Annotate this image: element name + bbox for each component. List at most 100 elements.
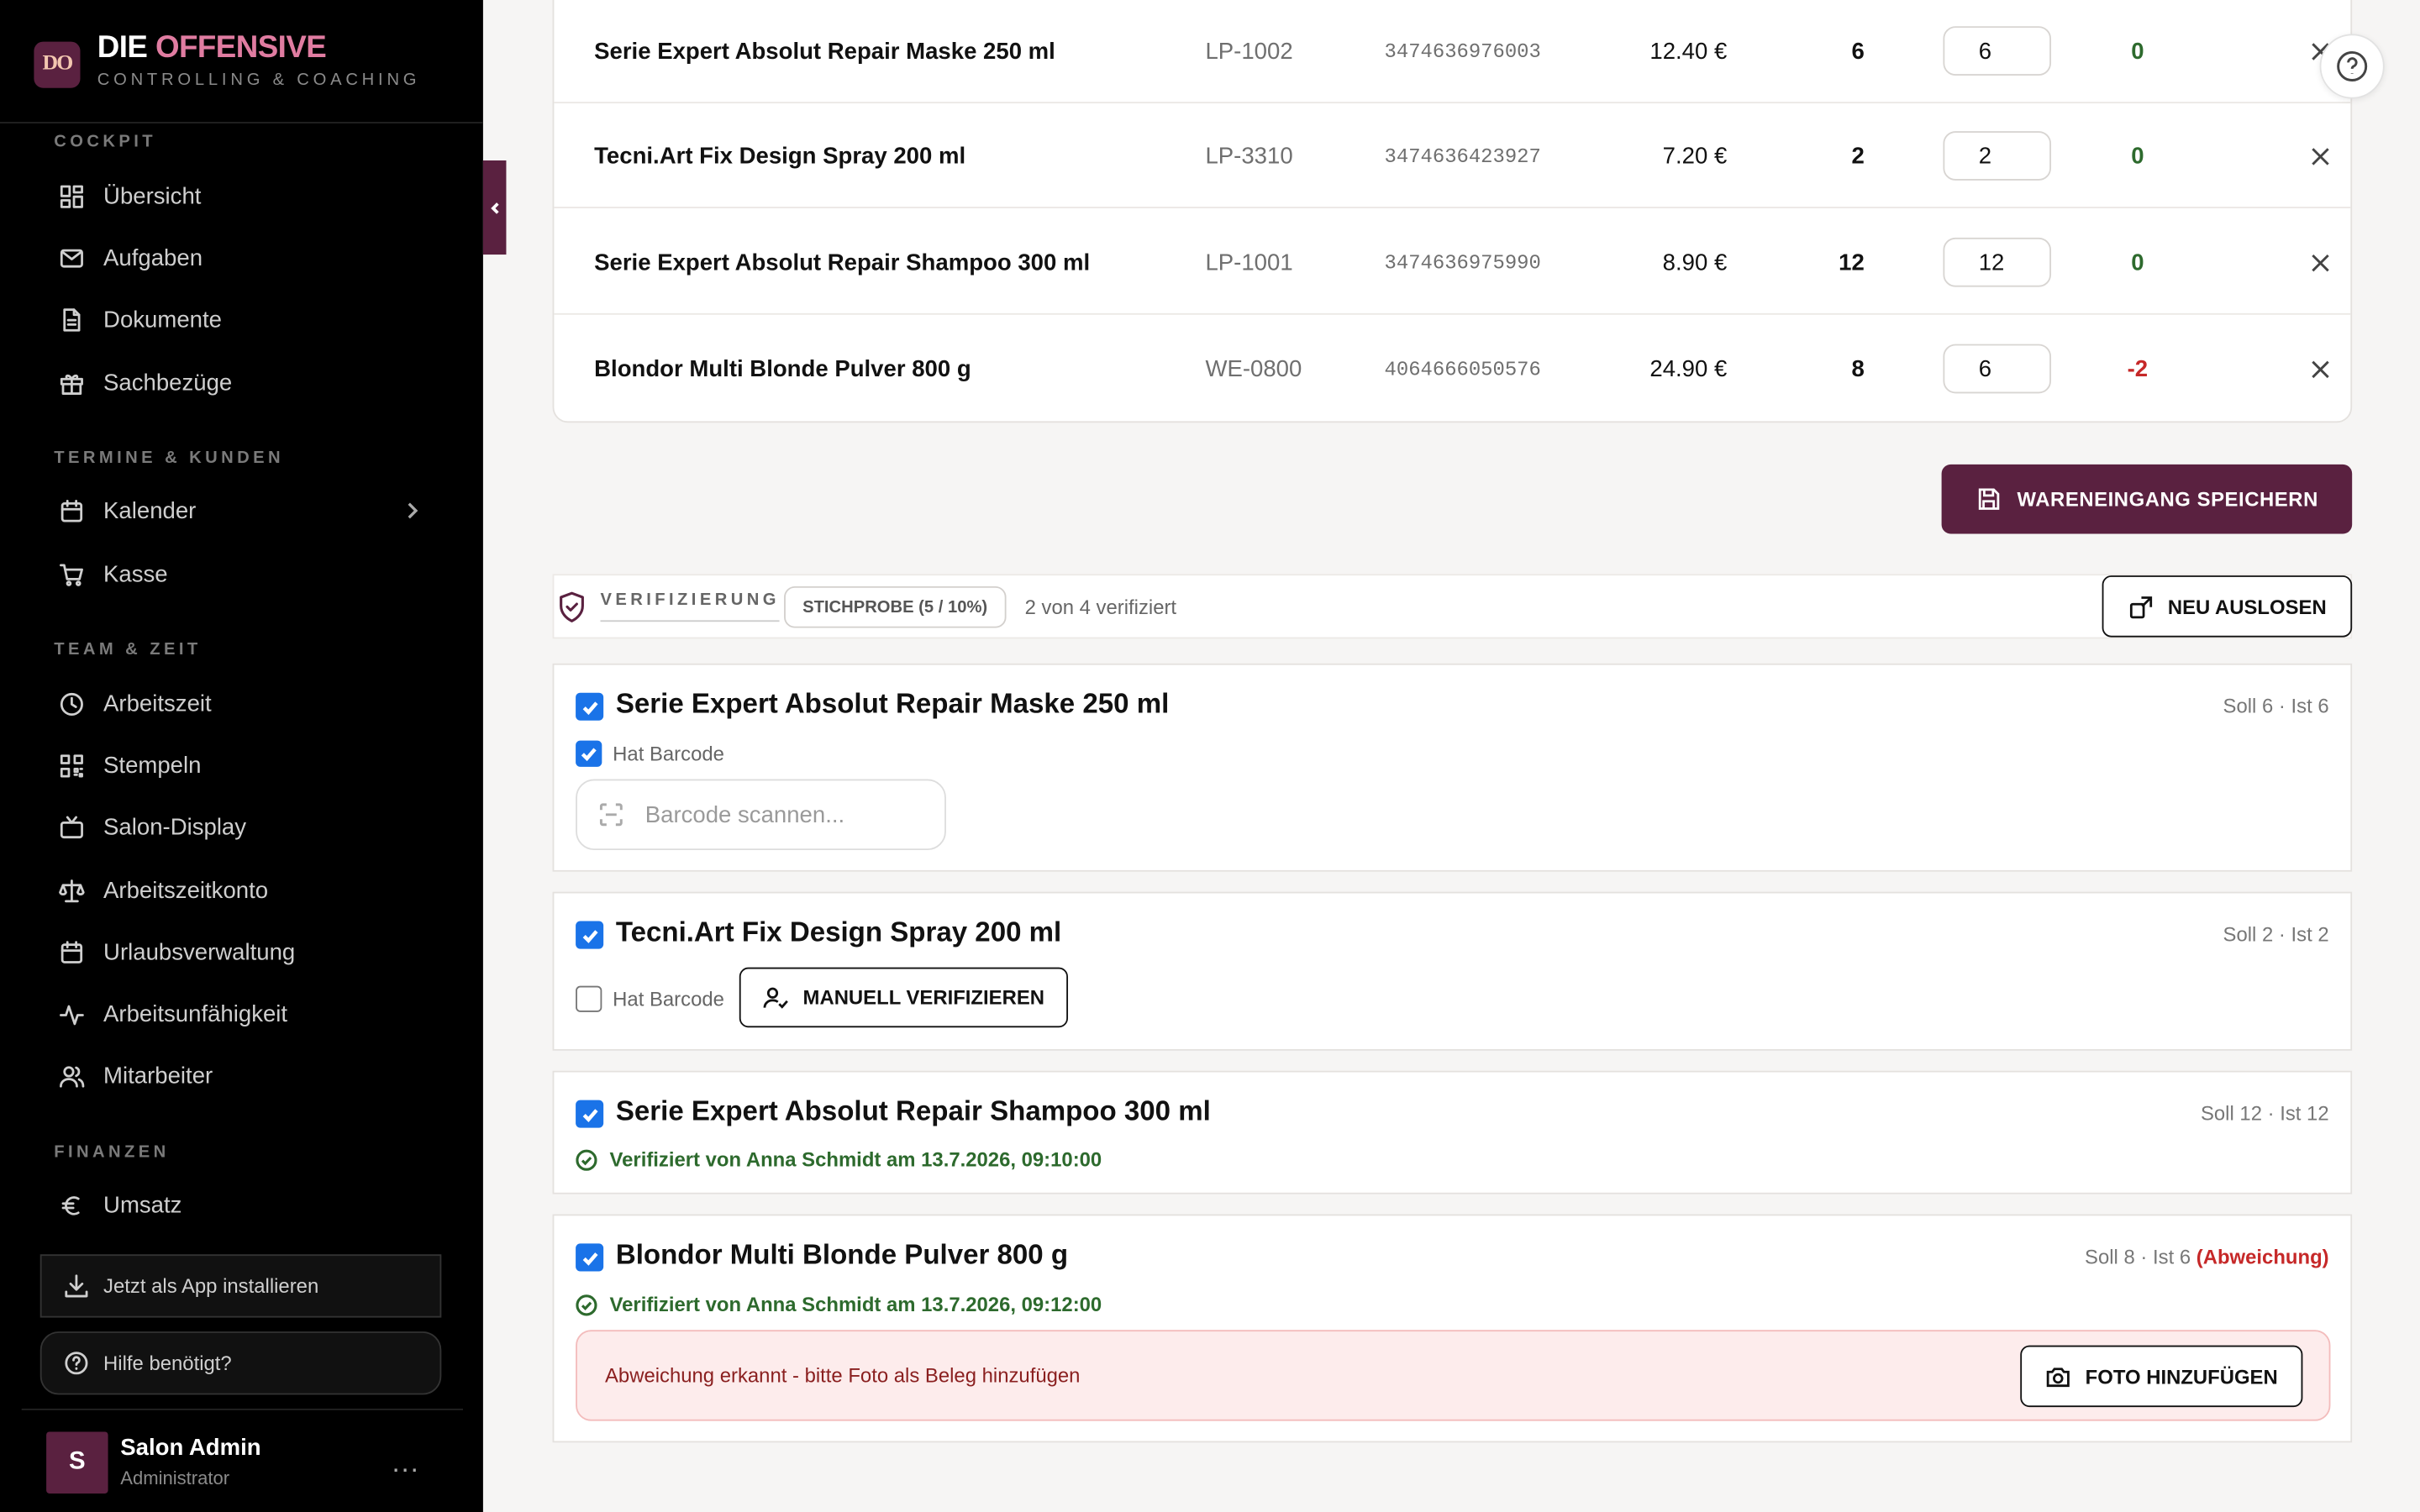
sidebar-item-label: Arbeitsunfähigkeit (103, 1000, 288, 1027)
manual-verify-label: MANUELL VERIFIZIEREN (802, 985, 1045, 1010)
verified-info: Verifiziert von Anna Schmidt am 13.7.202… (576, 1293, 1102, 1316)
sidebar-item-label: Urlaubsverwaltung (103, 938, 296, 965)
goods-receipt-table: Serie Expert Absolut Repair Maske 250 ml… (552, 0, 2353, 423)
scan-icon (599, 802, 623, 827)
sidebar-item-stempeln[interactable]: Stempeln (40, 738, 445, 793)
help-fab-button[interactable] (2319, 34, 2385, 99)
sidebar-item-aufgaben[interactable]: Aufgaben (40, 230, 445, 286)
table-row: Serie Expert Absolut Repair Shampoo 300 … (554, 210, 2351, 315)
verification-label: VERIFIZIERUNG (600, 591, 780, 622)
sidebar-item-uebersicht[interactable]: Übersicht (40, 168, 445, 223)
verify-checkbox[interactable] (576, 921, 604, 949)
sidebar-item-label: Aufgaben (103, 244, 203, 271)
app-root: DO DIE OFFENSIVE CONTROLLING & COACHING … (0, 0, 2420, 1512)
section-label-team: TEAM & ZEIT (54, 640, 202, 659)
chevron-left-icon (490, 202, 498, 213)
sidebar-item-dokumente[interactable]: Dokumente (40, 291, 445, 347)
quantity-input[interactable] (1943, 26, 2052, 76)
sidebar-item-label: Übersicht (103, 182, 202, 209)
sidebar-collapse-toggle[interactable] (482, 160, 507, 255)
help-icon (63, 1350, 89, 1376)
verification-card-title: Blondor Multi Blonde Pulver 800 g (615, 1238, 1069, 1270)
quantity-input[interactable] (1943, 131, 2052, 181)
has-barcode-checkbox[interactable] (576, 740, 602, 767)
sidebar-item-label: Sachbezüge (103, 369, 233, 396)
save-icon (1978, 488, 2000, 510)
user-block[interactable]: S Salon Admin Administrator ... (21, 1408, 464, 1512)
remove-row-button[interactable] (2307, 210, 2332, 315)
add-photo-button[interactable]: FOTO HINZUFÜGEN (2020, 1345, 2303, 1408)
quantity-input[interactable] (1943, 237, 2052, 287)
manual-verify-button[interactable]: MANUELL VERIFIZIEREN (739, 967, 1069, 1028)
product-name: Serie Expert Absolut Repair Maske 250 ml (594, 37, 1055, 65)
product-soll: 8 (1851, 355, 1865, 382)
camera-icon (2047, 1367, 2070, 1387)
close-icon (2311, 254, 2328, 271)
remove-row-button[interactable] (2307, 103, 2332, 208)
product-price: 7.20 € (1662, 142, 1728, 170)
tv-icon (57, 813, 85, 841)
verification-card-meta-text: Soll 8 · Ist 6 (2085, 1245, 2191, 1268)
more-options-icon[interactable]: ... (392, 1447, 420, 1480)
verification-card-meta: Soll 2 · Ist 2 (2223, 922, 2329, 946)
product-ist-cell (1943, 317, 2052, 422)
check-icon (581, 748, 597, 762)
verify-checkbox[interactable] (576, 692, 604, 721)
chevron-right-icon (402, 500, 424, 528)
verification-card: Serie Expert Absolut Repair Shampoo 300 … (552, 1070, 2353, 1194)
install-app-button[interactable]: Jetzt als App installieren (39, 1254, 442, 1318)
sidebar-item-label: Arbeitszeit (103, 690, 212, 717)
sidebar-item-salon-display[interactable]: Salon-Display (40, 799, 445, 854)
deviation-badge: (Abweichung) (2196, 1245, 2329, 1268)
product-ist-cell (1943, 0, 2052, 103)
verification-card-meta: Soll 6 · Ist 6 (2223, 694, 2329, 718)
save-goods-receipt-button[interactable]: WARENEINGANG SPEICHERN (1941, 464, 2353, 534)
brand-title-accent: OFFENSIVE (155, 30, 327, 66)
sidebar-item-umsatz[interactable]: Umsatz (40, 1177, 445, 1232)
remove-row-button[interactable] (2307, 317, 2332, 422)
sidebar-item-label: Arbeitszeitkonto (103, 877, 269, 904)
sidebar-item-kasse[interactable]: Kasse (40, 546, 445, 601)
product-ean: 3474636975990 (1384, 250, 1541, 275)
save-goods-receipt-label: WARENEINGANG SPEICHERN (2017, 487, 2318, 511)
install-app-label: Jetzt als App installieren (103, 1274, 319, 1298)
quantity-input[interactable] (1943, 344, 2052, 394)
product-name: Serie Expert Absolut Repair Shampoo 300 … (594, 249, 1091, 276)
barcode-scan-input[interactable] (644, 801, 923, 828)
sidebar-item-arbeitszeit[interactable]: Arbeitszeit (40, 675, 445, 731)
barcode-scan-field[interactable] (576, 779, 946, 851)
sidebar-item-sachbezuege[interactable]: Sachbezüge (40, 354, 445, 410)
sidebar-item-urlaubsverwaltung[interactable]: Urlaubsverwaltung (40, 924, 445, 979)
product-sku: LP-3310 (1205, 142, 1293, 170)
reroll-sample-button[interactable]: NEU AUSLOSEN (2102, 575, 2353, 638)
user-name: Salon Admin (120, 1435, 261, 1462)
has-barcode-checkbox[interactable] (576, 985, 602, 1012)
product-diff: 0 (2131, 142, 2144, 170)
verification-card-title: Serie Expert Absolut Repair Maske 250 ml (615, 688, 1170, 719)
deviation-alert: Abweichung erkannt - bitte Foto als Bele… (576, 1330, 2331, 1421)
sidebar-item-label: Salon-Display (103, 813, 247, 841)
sidebar-item-kalender[interactable]: Kalender (40, 483, 445, 538)
sidebar-item-arbeitsunfaehigkeit[interactable]: Arbeitsunfähigkeit (40, 986, 445, 1042)
verify-checkbox[interactable] (576, 1243, 604, 1272)
product-sku: WE-0800 (1205, 355, 1302, 382)
sidebar-item-arbeitszeitkonto[interactable]: Arbeitszeitkonto (40, 863, 445, 918)
verification-header: VERIFIZIERUNG STICHPROBE (5 / 10%) 2 von… (552, 574, 2353, 639)
sidebar-item-label: Kalender (103, 497, 197, 524)
brand-title: DIE OFFENSIVE (97, 31, 327, 66)
brand-title-main: DIE (97, 30, 148, 66)
mail-icon (57, 244, 85, 271)
verify-checkbox[interactable] (576, 1100, 604, 1128)
sidebar-item-mitarbeiter[interactable]: Mitarbeiter (40, 1047, 445, 1103)
product-soll: 2 (1851, 142, 1865, 170)
close-icon (2311, 360, 2328, 378)
help-button[interactable]: Hilfe benötigt? (39, 1331, 442, 1395)
product-ean: 4064666050576 (1384, 357, 1541, 381)
product-price: 24.90 € (1649, 355, 1728, 382)
user-role: Administrator (120, 1467, 230, 1489)
sidebar-item-label: Kasse (103, 560, 168, 587)
product-sku: LP-1002 (1205, 37, 1293, 65)
sidebar-item-label: Mitarbeiter (103, 1062, 213, 1089)
sidebar-item-label: Stempeln (103, 752, 202, 779)
check-icon (581, 929, 597, 942)
